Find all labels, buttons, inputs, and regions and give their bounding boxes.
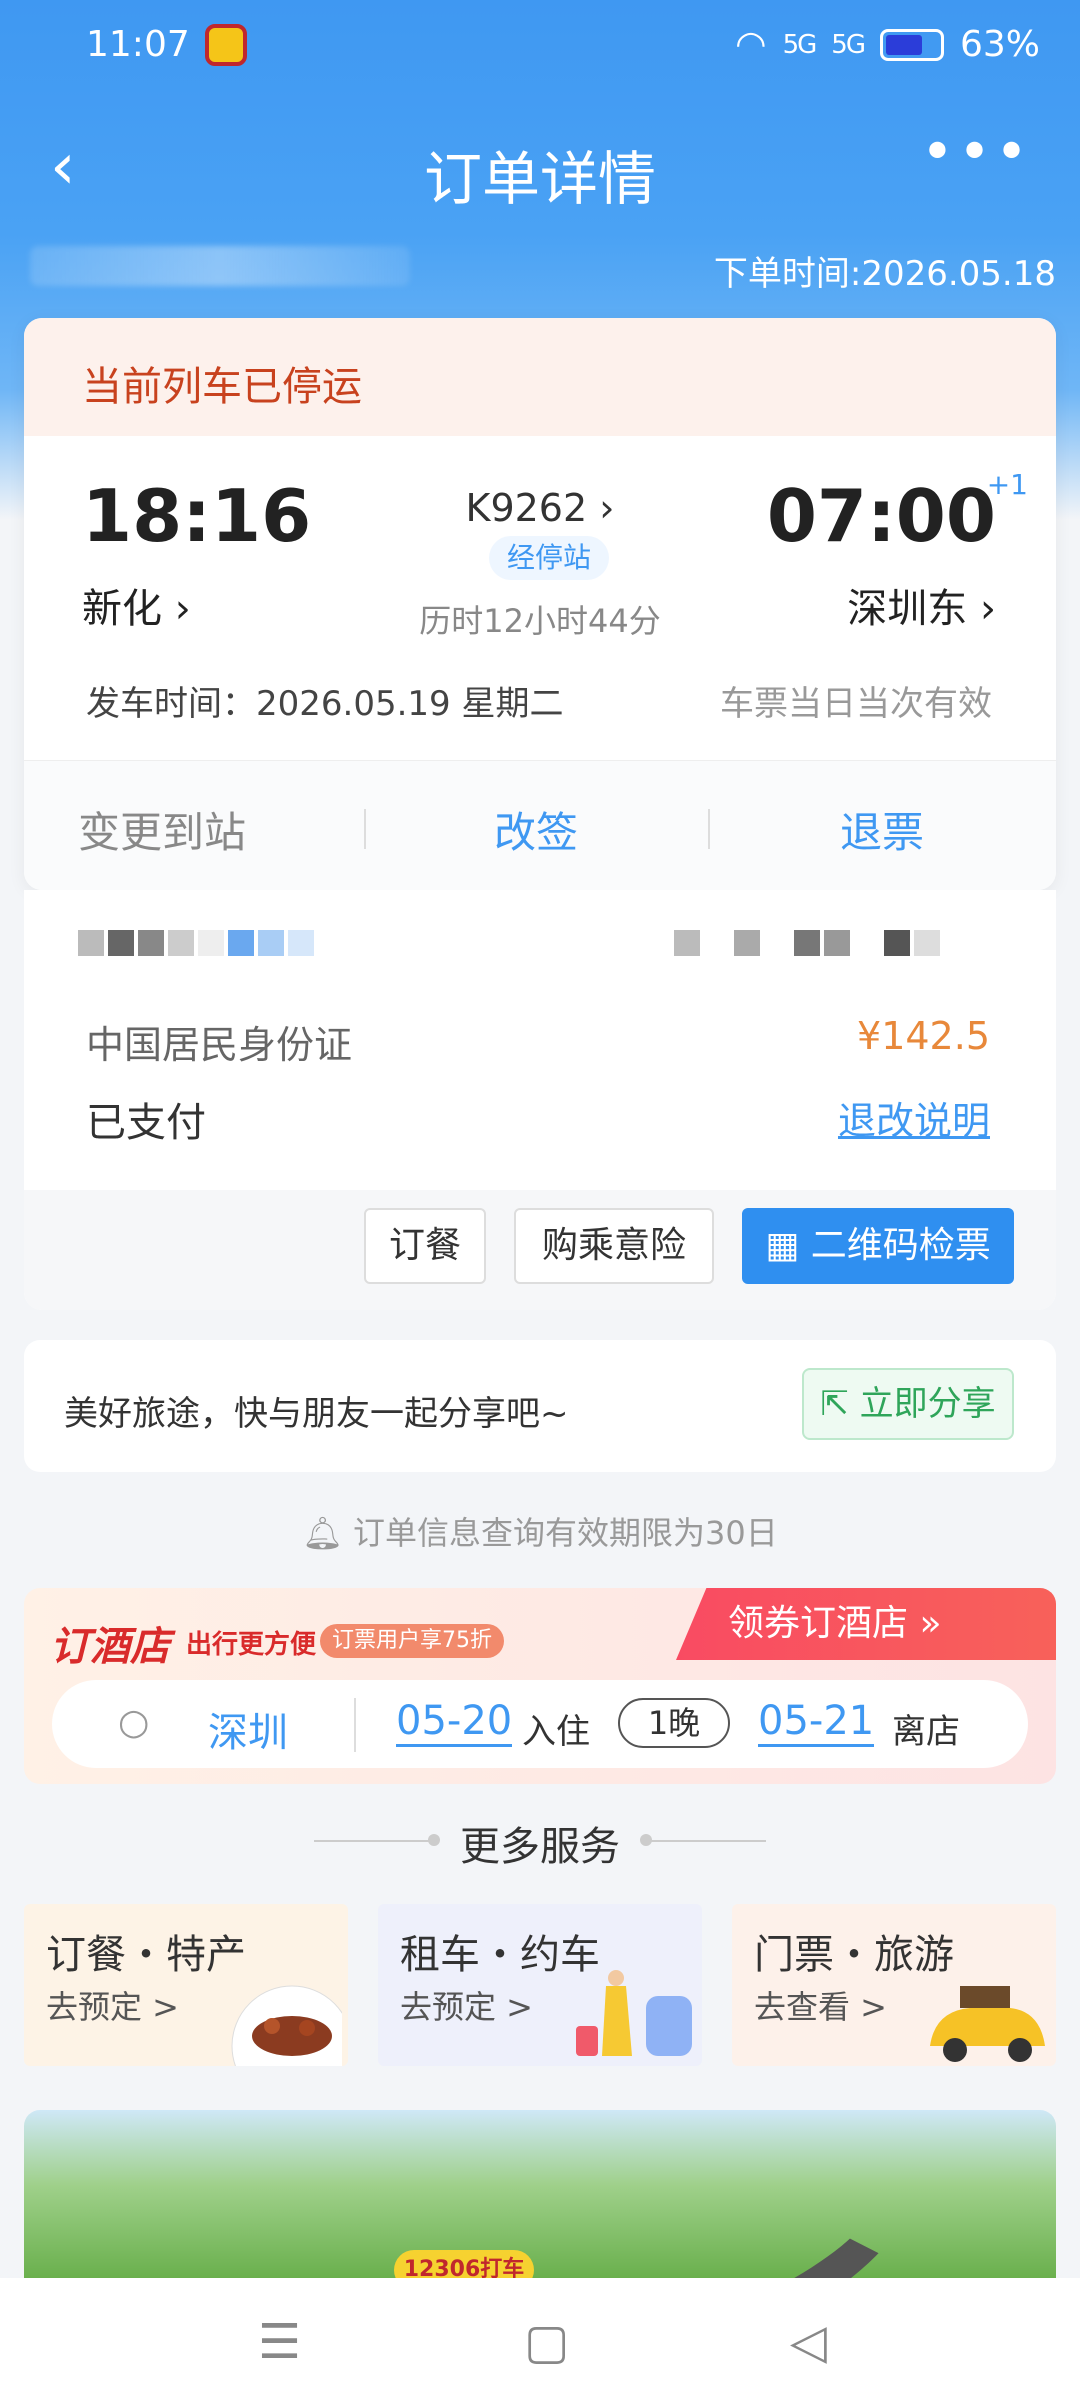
- service-car-link: 去预定 >: [400, 1988, 533, 2026]
- checkin-date[interactable]: 05-20: [396, 1698, 513, 1747]
- divider: [354, 1698, 356, 1752]
- checkout-label: 离店: [892, 1712, 960, 1752]
- back-nav-icon[interactable]: ◁: [790, 2314, 827, 2370]
- blurred-user-name: [30, 246, 410, 286]
- blurred-seat-info: [674, 930, 940, 956]
- home-icon[interactable]: ▢: [524, 2314, 569, 2370]
- via-stations-button[interactable]: 经停站: [489, 536, 609, 580]
- refund-rules-link[interactable]: 退改说明: [838, 1090, 990, 1145]
- qr-code-icon: ▦: [765, 1225, 811, 1266]
- checkout-date[interactable]: 05-21: [758, 1698, 875, 1747]
- hotel-coupon-button[interactable]: 领券订酒店 »: [676, 1588, 1056, 1660]
- passenger-buttons: 订餐 购乘意险 ▦ 二维码检票: [24, 1190, 1056, 1310]
- ticket-price: ¥142.5: [857, 1014, 990, 1058]
- page-title: 订单详情: [423, 145, 656, 213]
- banner-road-image: [265, 2110, 943, 2278]
- banner-label: 12306打车: [394, 2250, 534, 2278]
- divider: [708, 809, 710, 849]
- next-day-badge: +1: [986, 468, 1028, 501]
- train-card: 当前列车已停运 18:16 新化 › K9262 › 经停站 历时12小时44分…: [24, 318, 1056, 890]
- qr-check-in-button[interactable]: ▦ 二维码检票: [742, 1208, 1014, 1284]
- service-tickets[interactable]: 门票・旅游 去查看 >: [732, 1904, 1056, 2066]
- app-notification-icon: [205, 24, 247, 66]
- share-button-label: 立即分享: [859, 1384, 996, 1424]
- service-meal[interactable]: 订餐・特产 去预定 >: [24, 1904, 348, 2066]
- notice-text: 订单信息查询有效期限为30日: [353, 1514, 778, 1552]
- hotel-discount-badge: 订票用户享75折: [320, 1624, 504, 1658]
- service-car[interactable]: 租车・约车 去预定 >: [378, 1904, 702, 2066]
- travel-car-image: [930, 1986, 1045, 2062]
- hotel-search-bar[interactable]: ○ 深圳 05-20 入住 1晚 05-21 离店: [52, 1680, 1028, 1768]
- more-options-icon[interactable]: •••: [921, 120, 1032, 185]
- train-suspended-alert: 当前列车已停运: [24, 318, 1056, 436]
- divider: [364, 809, 366, 849]
- id-type: 中国居民身份证: [86, 1023, 353, 1067]
- reschedule-button[interactable]: 改签: [494, 799, 578, 860]
- bell-icon: 🔔︎: [302, 1514, 354, 1552]
- promo-banner[interactable]: 12306打车: [24, 2110, 1056, 2278]
- signal-icon-1: 5G: [782, 29, 818, 60]
- buy-insurance-button[interactable]: 购乘意险: [514, 1208, 714, 1284]
- share-button[interactable]: ⇱ 立即分享: [802, 1368, 1014, 1440]
- divider: [646, 1840, 766, 1842]
- checkin-label: 入住: [522, 1712, 590, 1752]
- blurred-passenger-name: [78, 930, 314, 956]
- search-icon: ○: [118, 1702, 150, 1743]
- nights-count: 1晚: [618, 1698, 730, 1748]
- arrive-station-label: 深圳东: [847, 586, 968, 632]
- hotel-booking-card: 订酒店 出行更方便 订票用户享75折 领券订酒店 » ○ 深圳 05-20 入住…: [24, 1588, 1056, 1784]
- ticket-validity: 车票当日当次有效: [720, 684, 992, 724]
- food-image: [231, 1985, 342, 2066]
- ticket-actions: 变更到站 改签 退票: [24, 760, 1056, 890]
- battery-percent: 63%: [959, 24, 1040, 65]
- status-indicators: ◠ 5G 5G 63%: [735, 24, 1040, 65]
- order-time: 下单时间:2026.05.18: [713, 254, 1056, 294]
- depart-date: 发车时间：2026.05.19 星期二: [86, 684, 564, 724]
- payment-status: 已支付: [86, 1100, 206, 1146]
- change-station-button[interactable]: 变更到站: [78, 799, 246, 860]
- nav-bar: ‹ 订单详情 •••: [0, 110, 1080, 230]
- qr-check-in-label: 二维码检票: [810, 1225, 991, 1266]
- car-rental-image: [576, 1970, 692, 2056]
- order-meal-button[interactable]: 订餐: [364, 1208, 486, 1284]
- status-bar: 11:07 ◠ 5G 5G 63%: [0, 0, 1080, 96]
- hotel-city[interactable]: 深圳: [208, 1700, 288, 1758]
- hotel-tagline: 出行更方便: [186, 1630, 317, 1660]
- menu-icon[interactable]: ☰: [258, 2314, 301, 2370]
- battery-icon: [879, 28, 944, 61]
- arrive-station[interactable]: 深圳东 ›: [847, 576, 996, 634]
- service-meal-link: 去预定 >: [46, 1988, 179, 2026]
- share-card: 美好旅途，快与朋友一起分享吧~ ⇱ 立即分享: [24, 1340, 1056, 1472]
- passenger-card: 中国居民身份证 ¥142.5 已支付 退改说明 订餐 购乘意险 ▦ 二维码检票: [24, 890, 1056, 1310]
- wifi-icon: ◠: [735, 24, 767, 65]
- share-icon: ⇱: [820, 1384, 860, 1424]
- arrive-time: 07:00: [766, 474, 996, 558]
- status-time: 11:07: [86, 24, 190, 65]
- service-tickets-link: 去查看 >: [754, 1988, 887, 2026]
- signal-icon-2: 5G: [831, 29, 866, 60]
- system-nav-bar: ☰ ▢ ◁: [0, 2278, 1080, 2408]
- query-validity-notice: 🔔︎ 订单信息查询有效期限为30日: [0, 1508, 1080, 1554]
- share-text: 美好旅途，快与朋友一起分享吧~: [64, 1394, 569, 1434]
- hotel-logo: 订酒店: [50, 1624, 170, 1670]
- refund-button[interactable]: 退票: [840, 799, 924, 860]
- train-number-label: K9262: [465, 486, 588, 530]
- more-services-title: 更多服务: [460, 1824, 620, 1870]
